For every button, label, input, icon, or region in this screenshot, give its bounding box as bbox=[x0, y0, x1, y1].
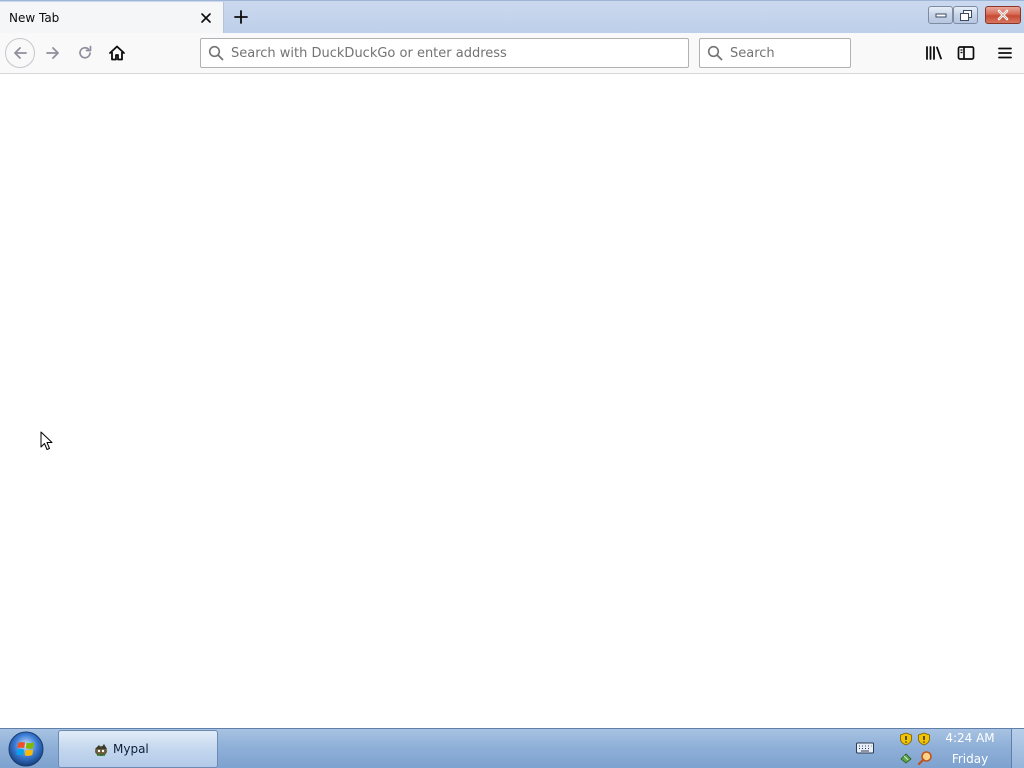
search-input[interactable] bbox=[730, 40, 850, 66]
hamburger-menu-icon bbox=[998, 47, 1012, 59]
reload-icon bbox=[79, 45, 92, 59]
home-icon bbox=[109, 45, 125, 61]
library-button[interactable] bbox=[919, 38, 949, 68]
desktop-screen: New Tab Search with DuckDuckGo or enter … bbox=[0, 0, 1024, 768]
search-icon bbox=[201, 39, 231, 67]
library-icon bbox=[926, 46, 942, 60]
clock-time[interactable]: 4:24 AM bbox=[940, 731, 1000, 745]
close-icon bbox=[997, 9, 1009, 21]
restore-button[interactable] bbox=[953, 6, 978, 24]
tab-close-icon[interactable] bbox=[198, 10, 214, 26]
page-content[interactable] bbox=[0, 74, 1024, 728]
back-button[interactable] bbox=[5, 38, 35, 68]
sidebar-icon bbox=[957, 46, 975, 60]
search-icon bbox=[700, 39, 730, 67]
url-input[interactable] bbox=[231, 40, 688, 66]
navigation-toolbar bbox=[0, 33, 1024, 74]
security-shield-icon[interactable] bbox=[899, 732, 913, 746]
show-desktop-button[interactable] bbox=[1011, 729, 1024, 768]
clock-day[interactable]: Friday bbox=[940, 752, 1000, 766]
taskbar: Mypal 4:24 AM Friday bbox=[0, 728, 1024, 768]
forward-arrow-icon bbox=[46, 47, 59, 59]
url-bar[interactable] bbox=[200, 38, 689, 68]
magnifier-icon[interactable] bbox=[917, 750, 933, 766]
minimize-icon bbox=[935, 13, 946, 18]
mouse-cursor-icon bbox=[40, 431, 53, 450]
tab-title: New Tab bbox=[9, 11, 60, 25]
taskbar-item-mypal[interactable]: Mypal bbox=[58, 730, 218, 768]
minimize-button[interactable] bbox=[928, 6, 953, 24]
back-arrow-icon bbox=[14, 47, 27, 59]
home-button[interactable] bbox=[102, 38, 132, 68]
restore-icon bbox=[959, 9, 972, 21]
tab-strip: New Tab bbox=[0, 0, 1024, 34]
search-bar[interactable] bbox=[699, 38, 851, 68]
network-icon[interactable] bbox=[899, 750, 913, 764]
plus-icon bbox=[234, 10, 248, 24]
windows-start-orb-icon bbox=[8, 731, 44, 767]
new-tab-button[interactable] bbox=[229, 6, 253, 28]
start-button[interactable] bbox=[4, 730, 48, 768]
mypal-app-icon bbox=[95, 744, 107, 756]
window-close-button[interactable] bbox=[985, 6, 1021, 24]
forward-button[interactable] bbox=[38, 38, 68, 68]
reload-button[interactable] bbox=[70, 38, 100, 68]
keyboard-icon[interactable] bbox=[856, 741, 874, 755]
tab-new-tab[interactable]: New Tab bbox=[0, 2, 224, 34]
action-center-shield-icon[interactable] bbox=[917, 732, 931, 746]
hamburger-menu-button[interactable] bbox=[990, 38, 1020, 68]
taskbar-item-label: Mypal bbox=[113, 742, 149, 756]
sidebar-button[interactable] bbox=[951, 38, 981, 68]
